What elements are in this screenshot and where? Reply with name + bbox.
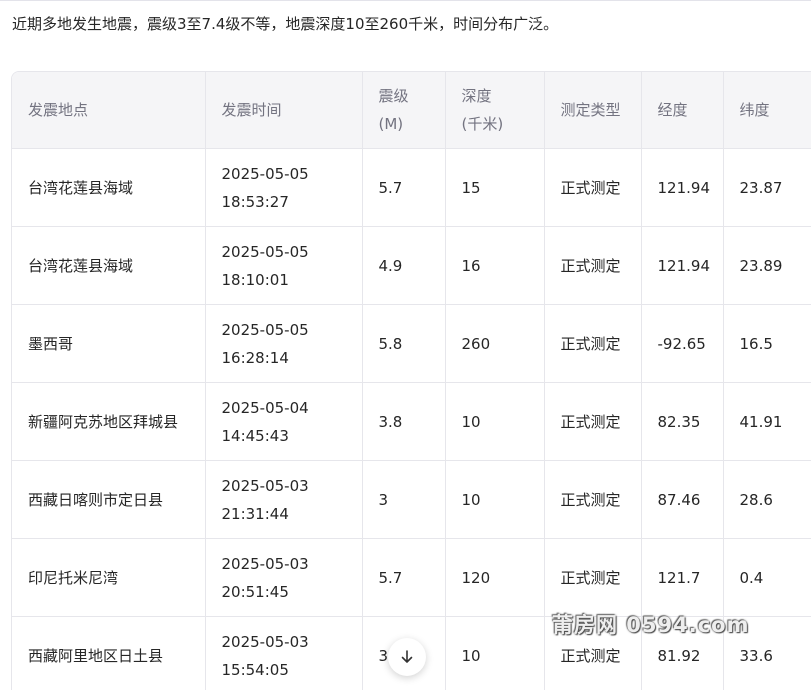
table-row: 新疆阿克苏地区拜城县 2025-05-04 14:45:43 3.8 10 正式… (12, 382, 811, 461)
cell-depth: 16 (445, 226, 545, 305)
cell-latitude: 23.87 (723, 148, 811, 227)
cell-date: 2025-05-05 (221, 164, 309, 183)
cell-depth: 15 (445, 148, 545, 227)
header-label: 发震地点 (28, 101, 89, 119)
chat-response-view: 近期多地发生地震，震级3至7.4级不等，地震深度10至260千米，时间分布广泛。… (0, 0, 811, 690)
table-row: 台湾花莲县海域 2025-05-05 18:10:01 4.9 16 正式测定 … (12, 226, 811, 305)
cell-magnitude: 3.8 (362, 382, 446, 461)
cell-time: 2025-05-05 16:28:14 (205, 304, 363, 383)
cell-measure-type: 正式测定 (544, 538, 642, 617)
cell-latitude: 28.6 (723, 460, 811, 539)
cell-time: 2025-05-03 21:31:44 (205, 460, 363, 539)
table-row: 西藏日喀则市定日县 2025-05-03 21:31:44 3 10 正式测定 … (12, 460, 811, 539)
cell-depth: 10 (445, 460, 545, 539)
cell-latitude: 16.5 (723, 304, 811, 383)
cell-magnitude: 5.7 (362, 538, 446, 617)
header-label: 深度 (461, 87, 492, 105)
cell-clock: 20:51:45 (221, 582, 289, 601)
header-longitude: 经度 (641, 72, 724, 149)
cell-time: 2025-05-03 15:54:05 (205, 616, 363, 690)
cell-magnitude: 5.8 (362, 304, 446, 383)
header-location: 发震地点 (12, 72, 206, 149)
header-label: 纬度 (739, 101, 770, 119)
table-row: 印尼托米尼湾 2025-05-03 20:51:45 5.7 120 正式测定 … (12, 538, 811, 617)
cell-measure-type: 正式测定 (544, 382, 642, 461)
top-divider (0, 0, 811, 1)
cell-depth: 260 (445, 304, 545, 383)
cell-time: 2025-05-05 18:10:01 (205, 226, 363, 305)
table-row: 墨西哥 2025-05-05 16:28:14 5.8 260 正式测定 -92… (12, 304, 811, 383)
cell-location: 印尼托米尼湾 (12, 538, 206, 617)
cell-clock: 15:54:05 (221, 660, 289, 679)
header-measure-type: 测定类型 (544, 72, 642, 149)
cell-date: 2025-05-05 (221, 320, 309, 339)
cell-depth: 120 (445, 538, 545, 617)
scroll-to-bottom-button[interactable] (388, 638, 426, 676)
cell-magnitude: 3 (362, 460, 446, 539)
cell-location: 台湾花莲县海域 (12, 148, 206, 227)
cell-longitude: 121.7 (641, 538, 724, 617)
cell-clock: 18:10:01 (221, 270, 289, 289)
cell-magnitude: 4.9 (362, 226, 446, 305)
cell-measure-type: 正式测定 (544, 460, 642, 539)
cell-longitude: 121.94 (641, 148, 724, 227)
cell-location: 墨西哥 (12, 304, 206, 383)
earthquake-table-container: 发震地点 发震时间 震级 (M) 深度 (千米) 测定类型 经度 纬度 台湾花莲… (11, 71, 811, 690)
cell-longitude: 87.46 (641, 460, 724, 539)
cell-date: 2025-05-05 (221, 242, 309, 261)
cell-longitude: 82.35 (641, 382, 724, 461)
header-magnitude: 震级 (M) (362, 72, 446, 149)
cell-location: 西藏日喀则市定日县 (12, 460, 206, 539)
cell-date: 2025-05-03 (221, 632, 309, 651)
header-label: 测定类型 (560, 101, 621, 119)
cell-depth: 10 (445, 382, 545, 461)
table-header-row: 发震地点 发震时间 震级 (M) 深度 (千米) 测定类型 经度 纬度 (12, 72, 811, 149)
header-label: 经度 (657, 101, 688, 119)
cell-clock: 18:53:27 (221, 192, 289, 211)
header-label: 震级 (378, 87, 409, 105)
header-time: 发震时间 (205, 72, 363, 149)
cell-depth: 10 (445, 616, 545, 690)
header-label: 发震时间 (221, 101, 282, 119)
cell-location: 台湾花莲县海域 (12, 226, 206, 305)
watermark: 莆房网 0594.com (552, 613, 750, 637)
arrow-down-icon (401, 650, 413, 663)
cell-location: 新疆阿克苏地区拜城县 (12, 382, 206, 461)
cell-measure-type: 正式测定 (544, 304, 642, 383)
cell-longitude: 121.94 (641, 226, 724, 305)
cell-location: 西藏阿里地区日土县 (12, 616, 206, 690)
summary-text: 近期多地发生地震，震级3至7.4级不等，地震深度10至260千米，时间分布广泛。 (12, 15, 559, 33)
cell-measure-type: 正式测定 (544, 148, 642, 227)
cell-date: 2025-05-04 (221, 398, 309, 417)
header-latitude: 纬度 (723, 72, 811, 149)
cell-clock: 14:45:43 (221, 426, 289, 445)
cell-magnitude: 5.7 (362, 148, 446, 227)
cell-latitude: 41.91 (723, 382, 811, 461)
cell-time: 2025-05-05 18:53:27 (205, 148, 363, 227)
header-depth: 深度 (千米) (445, 72, 545, 149)
cell-clock: 21:31:44 (221, 504, 289, 523)
cell-measure-type: 正式测定 (544, 226, 642, 305)
cell-clock: 16:28:14 (221, 348, 289, 367)
header-unit: (千米) (461, 115, 504, 133)
table-row: 台湾花莲县海域 2025-05-05 18:53:27 5.7 15 正式测定 … (12, 148, 811, 227)
earthquake-table: 发震地点 发震时间 震级 (M) 深度 (千米) 测定类型 经度 纬度 台湾花莲… (12, 72, 811, 690)
cell-time: 2025-05-03 20:51:45 (205, 538, 363, 617)
cell-latitude: 23.89 (723, 226, 811, 305)
cell-date: 2025-05-03 (221, 554, 309, 573)
cell-latitude: 0.4 (723, 538, 811, 617)
cell-time: 2025-05-04 14:45:43 (205, 382, 363, 461)
cell-longitude: -92.65 (641, 304, 724, 383)
header-unit: (M) (378, 115, 404, 133)
cell-date: 2025-05-03 (221, 476, 309, 495)
